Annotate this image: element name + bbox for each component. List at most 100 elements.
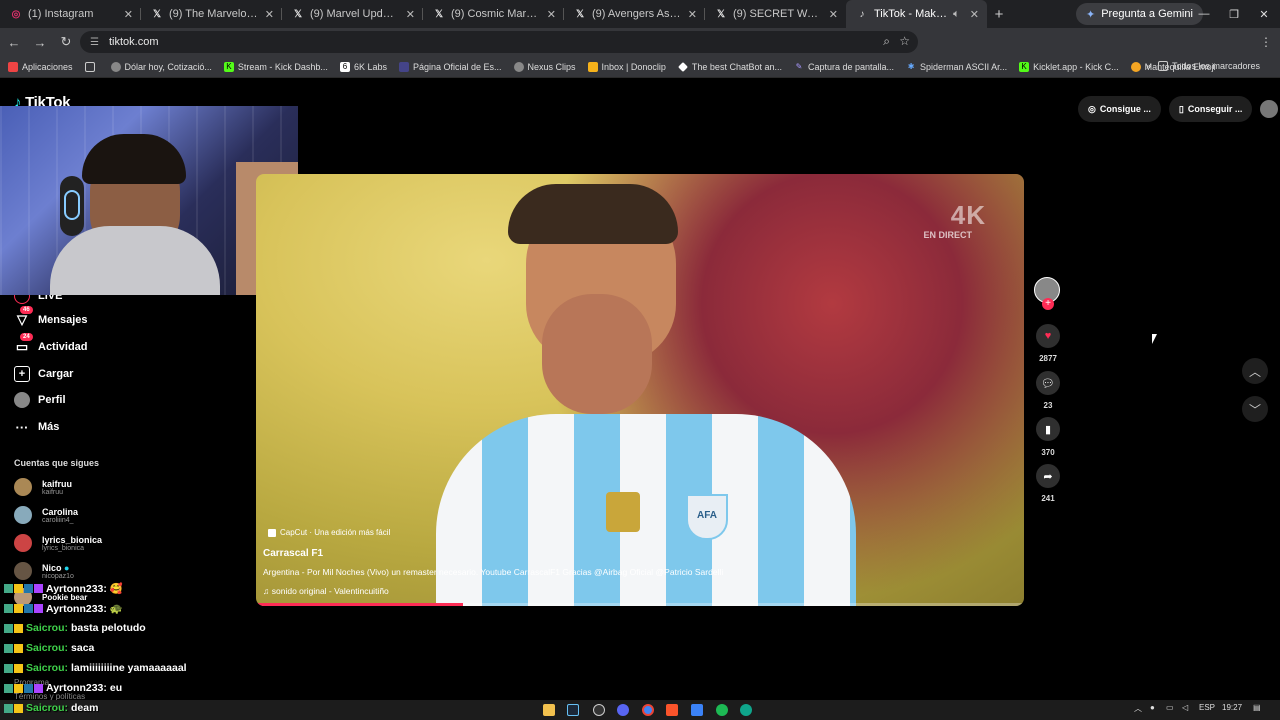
browser-tab[interactable]: 𝕏 (9) SECRET WARS - Buscar ✕	[705, 0, 846, 28]
capcut-icon	[268, 528, 276, 537]
video-player[interactable]: AFA 4K EN DIRECT CapCut · Una edición má…	[256, 174, 1024, 606]
restore-button[interactable]: ❐	[1218, 0, 1250, 28]
browser-toolbar: ← → ↻ ☰ tiktok.com ⌕ ☆ ⋮	[0, 28, 1280, 76]
volume-icon[interactable]: ◁	[1182, 703, 1188, 712]
browser-tab[interactable]: ◎ (1) Instagram ✕	[0, 0, 141, 28]
nav-item-mensajes[interactable]: ▽ 46 Mensajes	[14, 306, 88, 328]
bell-icon: ▭ 24	[14, 333, 33, 355]
share-button[interactable]: ➦	[1036, 464, 1060, 488]
chat-message: lamiiiiiiiine yamaaaaaal	[71, 662, 187, 674]
bookmark-item[interactable]: 6 6K Labs	[339, 61, 387, 72]
bookmark-item[interactable]: Inbox | Donoclip	[587, 61, 666, 72]
browser-tab[interactable]: 𝕏 (9) The Marvelous Geek en X ✕	[141, 0, 282, 28]
bookmark-item[interactable]	[84, 61, 99, 72]
file-explorer-icon[interactable]	[543, 704, 555, 716]
like-button[interactable]: ♥	[1036, 324, 1060, 348]
close-icon[interactable]: ✕	[829, 8, 838, 21]
browser-tab[interactable]: 𝕏 (9) Cosmic Marvel en X: "T ✕	[423, 0, 564, 28]
video-progress[interactable]	[256, 603, 1024, 606]
user-avatar[interactable]	[1260, 100, 1279, 118]
microphone-icon[interactable]: ●	[1150, 703, 1155, 712]
nav-item-mas[interactable]: ··· Más	[14, 419, 60, 435]
comment-button[interactable]: 💬︎	[1036, 371, 1060, 395]
site-info-icon[interactable]: ☰	[90, 37, 99, 48]
star-icon[interactable]: ☆	[899, 34, 910, 48]
gemini-button[interactable]: ✦ Pregunta a Gemini	[1076, 3, 1203, 25]
back-button[interactable]: ←	[2, 30, 26, 54]
capcut-tag[interactable]: CapCut · Una edición más fácil	[268, 528, 390, 537]
new-tab-button[interactable]: +	[987, 6, 1011, 23]
follow-plus-icon[interactable]: +	[1042, 298, 1054, 310]
forward-button[interactable]: →	[28, 30, 52, 54]
video-author[interactable]: Carrascal F1	[263, 548, 323, 559]
address-bar[interactable]: ☰ tiktok.com ⌕ ☆	[80, 31, 918, 53]
mute-icon[interactable]: 🔈︎	[953, 8, 960, 21]
bookmark-item[interactable]: K Kicklet.app - Kick C...	[1019, 61, 1119, 72]
following-item[interactable]: kaifruu kaifruu	[14, 478, 72, 496]
nav-label: Actividad	[38, 341, 88, 353]
all-bookmarks-button[interactable]: Todos los marcadores	[1157, 61, 1260, 71]
clock[interactable]: 19:27	[1222, 703, 1242, 712]
kebab-menu-icon[interactable]: ⋮	[1260, 35, 1272, 49]
discord-icon[interactable]	[617, 704, 629, 716]
edge-icon[interactable]	[740, 704, 752, 716]
get-app-button[interactable]: ▯ Conseguir ...	[1168, 96, 1253, 122]
following-item[interactable]: Carolina caroliiin4_	[14, 506, 78, 524]
close-icon[interactable]: ✕	[970, 8, 979, 21]
bookmark-item[interactable]: Dólar hoy, Cotizació...	[110, 61, 212, 72]
zoom-icon[interactable]: ⌕	[883, 34, 890, 49]
bookmark-label: Página Oficial de Es...	[412, 61, 502, 72]
more-bookmarks-button[interactable]: »	[1146, 61, 1151, 71]
steam-icon[interactable]	[567, 704, 579, 716]
chat-badges-icon	[4, 584, 44, 593]
minimize-button[interactable]: —	[1188, 0, 1220, 28]
mouse-cursor	[1152, 334, 1157, 344]
chevron-up-icon[interactable]: ︿	[1134, 703, 1142, 714]
bookmark-item[interactable]: Nexus Clips	[513, 61, 576, 72]
close-icon[interactable]: ✕	[124, 8, 133, 21]
nav-item-actividad[interactable]: ▭ 24 Actividad	[14, 333, 88, 355]
verified-icon: ●	[64, 562, 70, 573]
close-icon[interactable]: ✕	[688, 8, 697, 21]
notifications-icon[interactable]: ▤	[1253, 703, 1261, 712]
following-item[interactable]: lyrics_bionica lyrics_bionica	[14, 534, 102, 552]
spotify-icon[interactable]	[716, 704, 728, 716]
bookmark-item[interactable]: Página Oficial de Es...	[398, 61, 502, 72]
following-item[interactable]: Nico ● nicopaz1o	[14, 562, 74, 580]
window-close-button[interactable]: ✕	[1248, 0, 1280, 28]
network-icon[interactable]: ▭	[1166, 703, 1174, 712]
get-coins-button[interactable]: ◎ Consigue ...	[1078, 96, 1161, 122]
app-icon[interactable]	[691, 704, 703, 716]
close-icon[interactable]: ✕	[265, 8, 274, 21]
browser-tab-active[interactable]: ♪ TikTok - Make Your Da 🔈︎ ✕	[846, 0, 987, 28]
close-icon[interactable]: ✕	[406, 8, 415, 21]
bookmark-item[interactable]: The best ChatBot an...	[677, 62, 782, 72]
kick-icon: K	[1019, 61, 1030, 72]
progress-fill	[256, 603, 464, 606]
browser-tab[interactable]: 𝕏 (9) Marvel Updates en X: " ✕	[282, 0, 423, 28]
nav-item-perfil[interactable]: Perfil	[14, 392, 66, 408]
bookmark-item[interactable]: K Stream - Kick Dashb...	[223, 61, 328, 72]
spider-icon: ✱	[907, 62, 915, 71]
next-video-button[interactable]: ﹀	[1242, 396, 1268, 422]
close-icon[interactable]: ✕	[547, 8, 556, 21]
account-handle: nicopaz1o	[42, 572, 74, 580]
language-indicator[interactable]: ESP	[1199, 703, 1215, 712]
previous-video-button[interactable]: ︿	[1242, 358, 1268, 384]
account-name: Carolina	[42, 506, 79, 517]
obs-icon[interactable]	[593, 704, 605, 716]
inbox-icon	[587, 61, 598, 72]
phone-icon: ▯	[1178, 103, 1184, 114]
compass-icon: ◎	[1088, 103, 1096, 114]
bookmark-item[interactable]: ✎ Captura de pantalla...	[794, 62, 894, 72]
brave-icon[interactable]	[666, 704, 678, 716]
video-sound[interactable]: ♫ sonido original - Valentincuitiño	[263, 586, 389, 596]
save-button[interactable]: ▮	[1036, 417, 1060, 441]
reload-button[interactable]: ↻	[54, 30, 78, 54]
chrome-icon[interactable]	[642, 704, 654, 716]
nav-item-cargar[interactable]: + Cargar	[14, 366, 73, 382]
badge-crest	[606, 492, 640, 532]
browser-tab[interactable]: 𝕏 (9) Avengers Assemble en X ✕	[564, 0, 705, 28]
bookmark-item[interactable]: Aplicaciones	[8, 61, 73, 72]
bookmark-item[interactable]: ✱ Spiderman ASCII Ar...	[906, 62, 1007, 72]
